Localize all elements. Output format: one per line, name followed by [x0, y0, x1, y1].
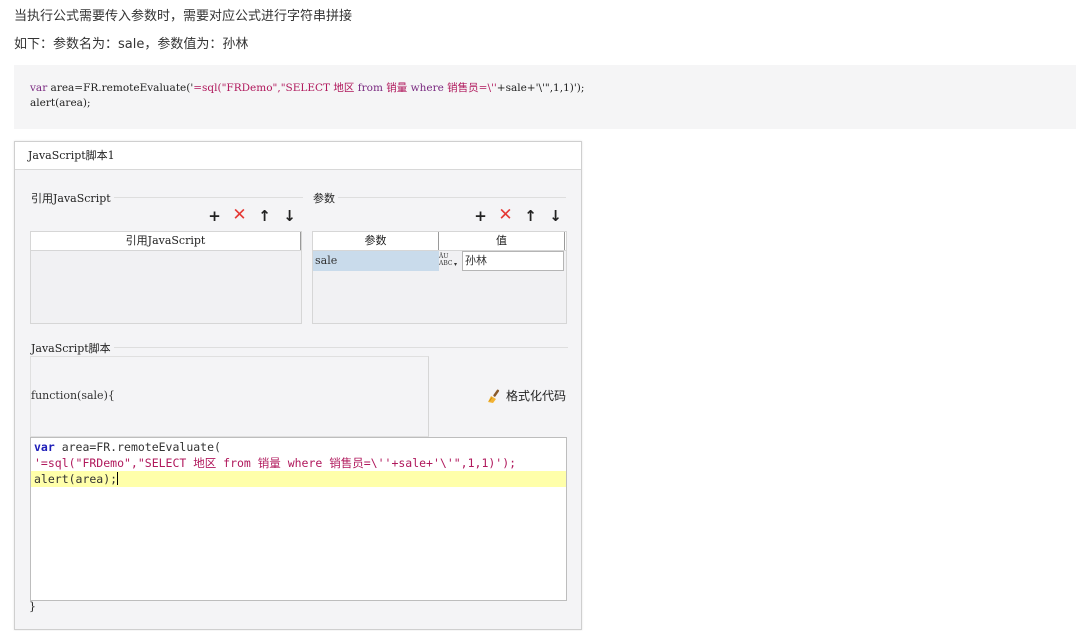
function-signature: function(sale){	[31, 389, 115, 402]
function-header-area: function(sale){	[30, 356, 429, 437]
editor-line: '=sql("FRDemo","SELECT 地区 from 销量 where …	[34, 456, 517, 470]
intro-line-1: 当执行公式需要传入参数时，需要对应公式进行字符串拼接	[14, 9, 353, 24]
delete-icon[interactable]: ✕	[231, 207, 248, 225]
intro-line-2: 如下：参数名为：sale，参数值为：孙林	[14, 37, 249, 52]
format-code-label: 格式化代码	[506, 389, 567, 403]
format-code-button[interactable]: 格式化代码	[486, 387, 566, 404]
add-icon[interactable]: +	[206, 207, 223, 225]
code-text: +sale+'\'",1,1)');	[496, 82, 585, 94]
ref-javascript-table[interactable]: 引用JavaScript	[30, 231, 302, 324]
table-header: 参数 值	[313, 232, 566, 251]
arrow-down-icon[interactable]: ↓	[547, 207, 564, 225]
code-keyword: from	[357, 82, 383, 94]
editor-current-line: alert(area);	[31, 471, 566, 487]
code-text: area=FR.remoteEvaluate('	[47, 82, 194, 94]
ref-toolbar: + ✕ ↑ ↓	[206, 207, 298, 226]
param-type-icon[interactable]: ÂU ABC ▾	[439, 251, 462, 271]
code-keyword: var	[30, 82, 48, 94]
table-row[interactable]: sale ÂU ABC ▾ 孙林	[313, 251, 566, 271]
code-string: =sql("FRDemo","SELECT 地区	[193, 82, 358, 94]
javascript-dialog: JavaScript脚本1 引用JavaScript + ✕ ↑ ↓ 引用Jav…	[14, 141, 582, 630]
editor-line: var area=FR.remoteEvaluate(	[34, 440, 221, 454]
text-caret	[117, 472, 119, 485]
param-value-input[interactable]: 孙林	[462, 251, 564, 271]
params-toolbar: + ✕ ↑ ↓	[472, 207, 564, 226]
table-header: 引用JavaScript	[31, 232, 301, 251]
column-header-name[interactable]: 参数	[313, 232, 439, 250]
column-header[interactable]: 引用JavaScript	[31, 232, 301, 250]
broom-icon	[488, 389, 500, 403]
arrow-down-icon[interactable]: ↓	[281, 207, 298, 225]
arrow-up-icon[interactable]: ↑	[522, 207, 539, 225]
code-keyword: where	[410, 82, 444, 94]
delete-icon[interactable]: ✕	[497, 207, 514, 225]
code-string: 销量	[382, 82, 411, 94]
ref-section-label: 引用JavaScript	[31, 190, 114, 206]
section-divider	[313, 197, 566, 198]
code-sample-block: var area=FR.remoteEvaluate('=sql("FRDemo…	[14, 65, 1076, 129]
dialog-title: JavaScript脚本1	[15, 142, 581, 170]
closing-brace: }	[29, 600, 36, 613]
code-text: alert(area);	[30, 97, 91, 109]
param-name-cell[interactable]: sale	[313, 251, 439, 271]
params-table[interactable]: 参数 值 sale ÂU ABC ▾ 孙林	[312, 231, 567, 324]
column-header-value[interactable]: 值	[439, 232, 565, 250]
script-editor[interactable]: var area=FR.remoteEvaluate( '=sql("FRDem…	[30, 437, 567, 601]
params-section-label: 参数	[313, 190, 338, 206]
arrow-up-icon[interactable]: ↑	[256, 207, 273, 225]
code-string: 销售员=\''	[443, 82, 497, 94]
add-icon[interactable]: +	[472, 207, 489, 225]
script-section-label: JavaScript脚本	[31, 340, 114, 356]
